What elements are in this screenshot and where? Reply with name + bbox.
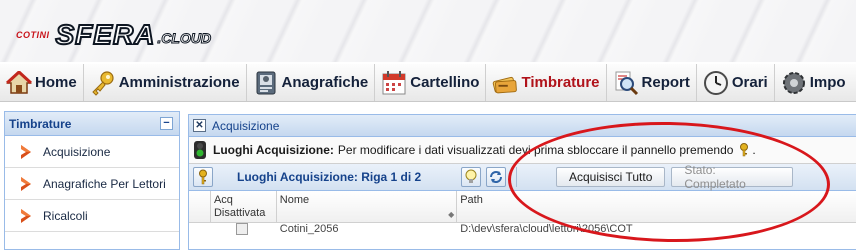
traffic-light-icon <box>194 141 206 159</box>
key-icon <box>199 169 207 185</box>
key-icon <box>740 143 749 157</box>
status-button: Stato: Completato <box>671 163 794 191</box>
sidebar-item-label: Ricalcoli <box>43 208 88 223</box>
sidebar-item-label: Acquisizione <box>43 144 111 159</box>
clock-icon <box>703 70 729 96</box>
nav-item-cartellino[interactable]: Cartellino <box>375 64 487 101</box>
nav-item-impostazioni[interactable]: Impo <box>775 64 852 101</box>
acquisisci-tutto-button[interactable]: Acquisisci Tutto <box>556 167 666 187</box>
cards-icon <box>492 70 518 96</box>
nav-label-impostazioni: Impo <box>809 74 846 91</box>
nav-label-home: Home <box>35 74 77 91</box>
nav-item-amministrazione[interactable]: Amministrazione <box>84 64 247 101</box>
close-icon[interactable]: ✕ <box>193 119 206 132</box>
logo-brand: COTINI <box>16 30 50 40</box>
nav-item-report[interactable]: Report <box>607 64 697 101</box>
nav-item-anagrafiche[interactable]: Anagrafiche <box>247 64 376 101</box>
row-path: D:\dev\sfera\cloud\lettori\2056\COT <box>460 223 633 235</box>
lightbulb-icon <box>465 169 477 183</box>
logo-product: SFERA <box>55 18 156 51</box>
hint-button[interactable] <box>461 167 481 187</box>
nav-label-orari: Orari <box>731 74 768 91</box>
info-end: . <box>752 143 756 157</box>
id-card-icon <box>253 70 279 96</box>
nav-label-report: Report <box>641 74 690 91</box>
nav-item-timbrature[interactable]: Timbrature <box>486 64 607 101</box>
panel-header: ✕ Acquisizione <box>189 115 856 137</box>
chevron-right-icon <box>21 176 31 191</box>
nav-label-cartellino: Cartellino <box>410 74 480 91</box>
chevron-right-icon <box>21 208 31 223</box>
column-path[interactable]: Path <box>457 191 856 222</box>
sidebar: Timbrature − Acquisizione Anagrafiche Pe… <box>4 111 180 250</box>
panel-title: Acquisizione <box>212 118 280 133</box>
sidebar-item-ricalcoli[interactable]: Ricalcoli <box>5 200 179 232</box>
collapse-icon[interactable]: − <box>160 117 173 130</box>
gears-icon <box>781 70 807 96</box>
refresh-icon <box>490 171 502 183</box>
sidebar-item-anagrafiche-per-lettori[interactable]: Anagrafiche Per Lettori <box>5 168 179 200</box>
toolbar-title: Luoghi Acquisizione: Riga 1 di 2 <box>237 170 422 184</box>
nav-item-home[interactable]: Home <box>0 64 84 101</box>
main-nav: Home Amministrazione Anagrafiche Cartell… <box>0 64 856 102</box>
app-header: COTINI SFERA .CLOUD <box>0 0 856 62</box>
key-icon <box>90 70 116 96</box>
calendar-icon <box>381 70 407 96</box>
row-marker <box>189 223 211 235</box>
info-text: Per modificare i dati visualizzati devi … <box>337 143 734 157</box>
sidebar-item-label: Anagrafiche Per Lettori <box>43 176 166 191</box>
column-nome-label: Nome <box>279 194 310 206</box>
nav-item-orari[interactable]: Orari <box>697 64 775 101</box>
refresh-button[interactable] <box>486 167 506 187</box>
nav-label-amministrazione: Amministrazione <box>118 74 240 91</box>
sort-icon[interactable]: ◆ <box>448 208 454 221</box>
sidebar-title: Timbrature <box>9 116 72 131</box>
acq-disattivata-checkbox[interactable] <box>235 223 248 235</box>
nav-label-anagrafiche: Anagrafiche <box>281 74 369 91</box>
info-bar: Luoghi Acquisizione: Per modificare i da… <box>189 137 856 164</box>
sidebar-header: Timbrature − <box>5 112 179 136</box>
grid-header: Acq Disattivata Nome ◆ Path <box>189 191 856 223</box>
toolbar-separator <box>516 167 517 187</box>
home-icon <box>6 70 32 96</box>
grid-header-spacer <box>189 191 211 222</box>
table-row[interactable]: Cotini_2056 D:\dev\sfera\cloud\lettori\2… <box>189 223 856 235</box>
column-nome[interactable]: Nome ◆ <box>277 191 458 222</box>
unlock-button[interactable] <box>193 167 213 187</box>
acquisizione-panel: ✕ Acquisizione Luoghi Acquisizione: Per … <box>188 114 856 250</box>
chevron-right-icon <box>21 144 31 159</box>
row-nome: Cotini_2056 <box>279 223 339 235</box>
row-checkbox-cell[interactable] <box>211 223 277 235</box>
logo-suffix: .CLOUD <box>157 30 212 47</box>
panel-toolbar: Luoghi Acquisizione: Riga 1 di 2 Acquisi… <box>189 163 856 191</box>
column-acq-disattivata[interactable]: Acq Disattivata <box>211 191 277 222</box>
logo[interactable]: COTINI SFERA .CLOUD <box>16 18 212 51</box>
sidebar-item-acquisizione[interactable]: Acquisizione <box>5 136 179 168</box>
magnifier-icon <box>613 70 639 96</box>
info-label: Luoghi Acquisizione: <box>213 143 334 157</box>
nav-label-timbrature: Timbrature <box>521 74 600 91</box>
